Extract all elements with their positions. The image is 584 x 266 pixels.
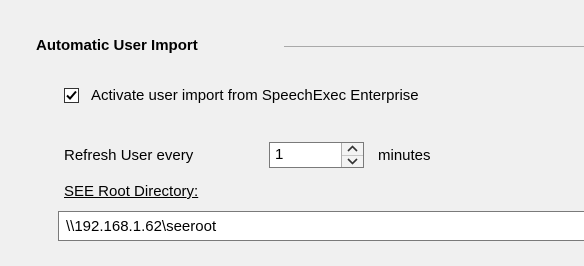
- stepper-up-button[interactable]: [342, 143, 363, 156]
- group-title: Automatic User Import: [36, 37, 198, 54]
- refresh-interval-input[interactable]: 1: [270, 143, 341, 167]
- see-root-directory-input[interactable]: \\192.168.1.62\seeroot: [58, 211, 584, 241]
- see-root-directory-label: SEE Root Directory:: [64, 183, 199, 200]
- activate-import-row: Activate user import from SpeechExec Ent…: [64, 87, 419, 104]
- chevron-down-icon: [347, 158, 358, 165]
- activate-import-checkbox[interactable]: [64, 88, 79, 103]
- automatic-user-import-panel: Automatic User Import Activate user impo…: [0, 0, 584, 266]
- stepper-buttons: [341, 143, 363, 167]
- stepper-down-button[interactable]: [342, 155, 363, 167]
- refresh-label: Refresh User every: [64, 146, 194, 164]
- checkmark-icon: [66, 90, 77, 100]
- refresh-row: Refresh User every 1 minutes: [64, 142, 431, 168]
- group-divider: [284, 46, 584, 47]
- minutes-label: minutes: [378, 146, 431, 164]
- refresh-interval-stepper: 1: [269, 142, 364, 168]
- activate-import-label[interactable]: Activate user import from SpeechExec Ent…: [91, 87, 419, 104]
- chevron-up-icon: [347, 145, 358, 152]
